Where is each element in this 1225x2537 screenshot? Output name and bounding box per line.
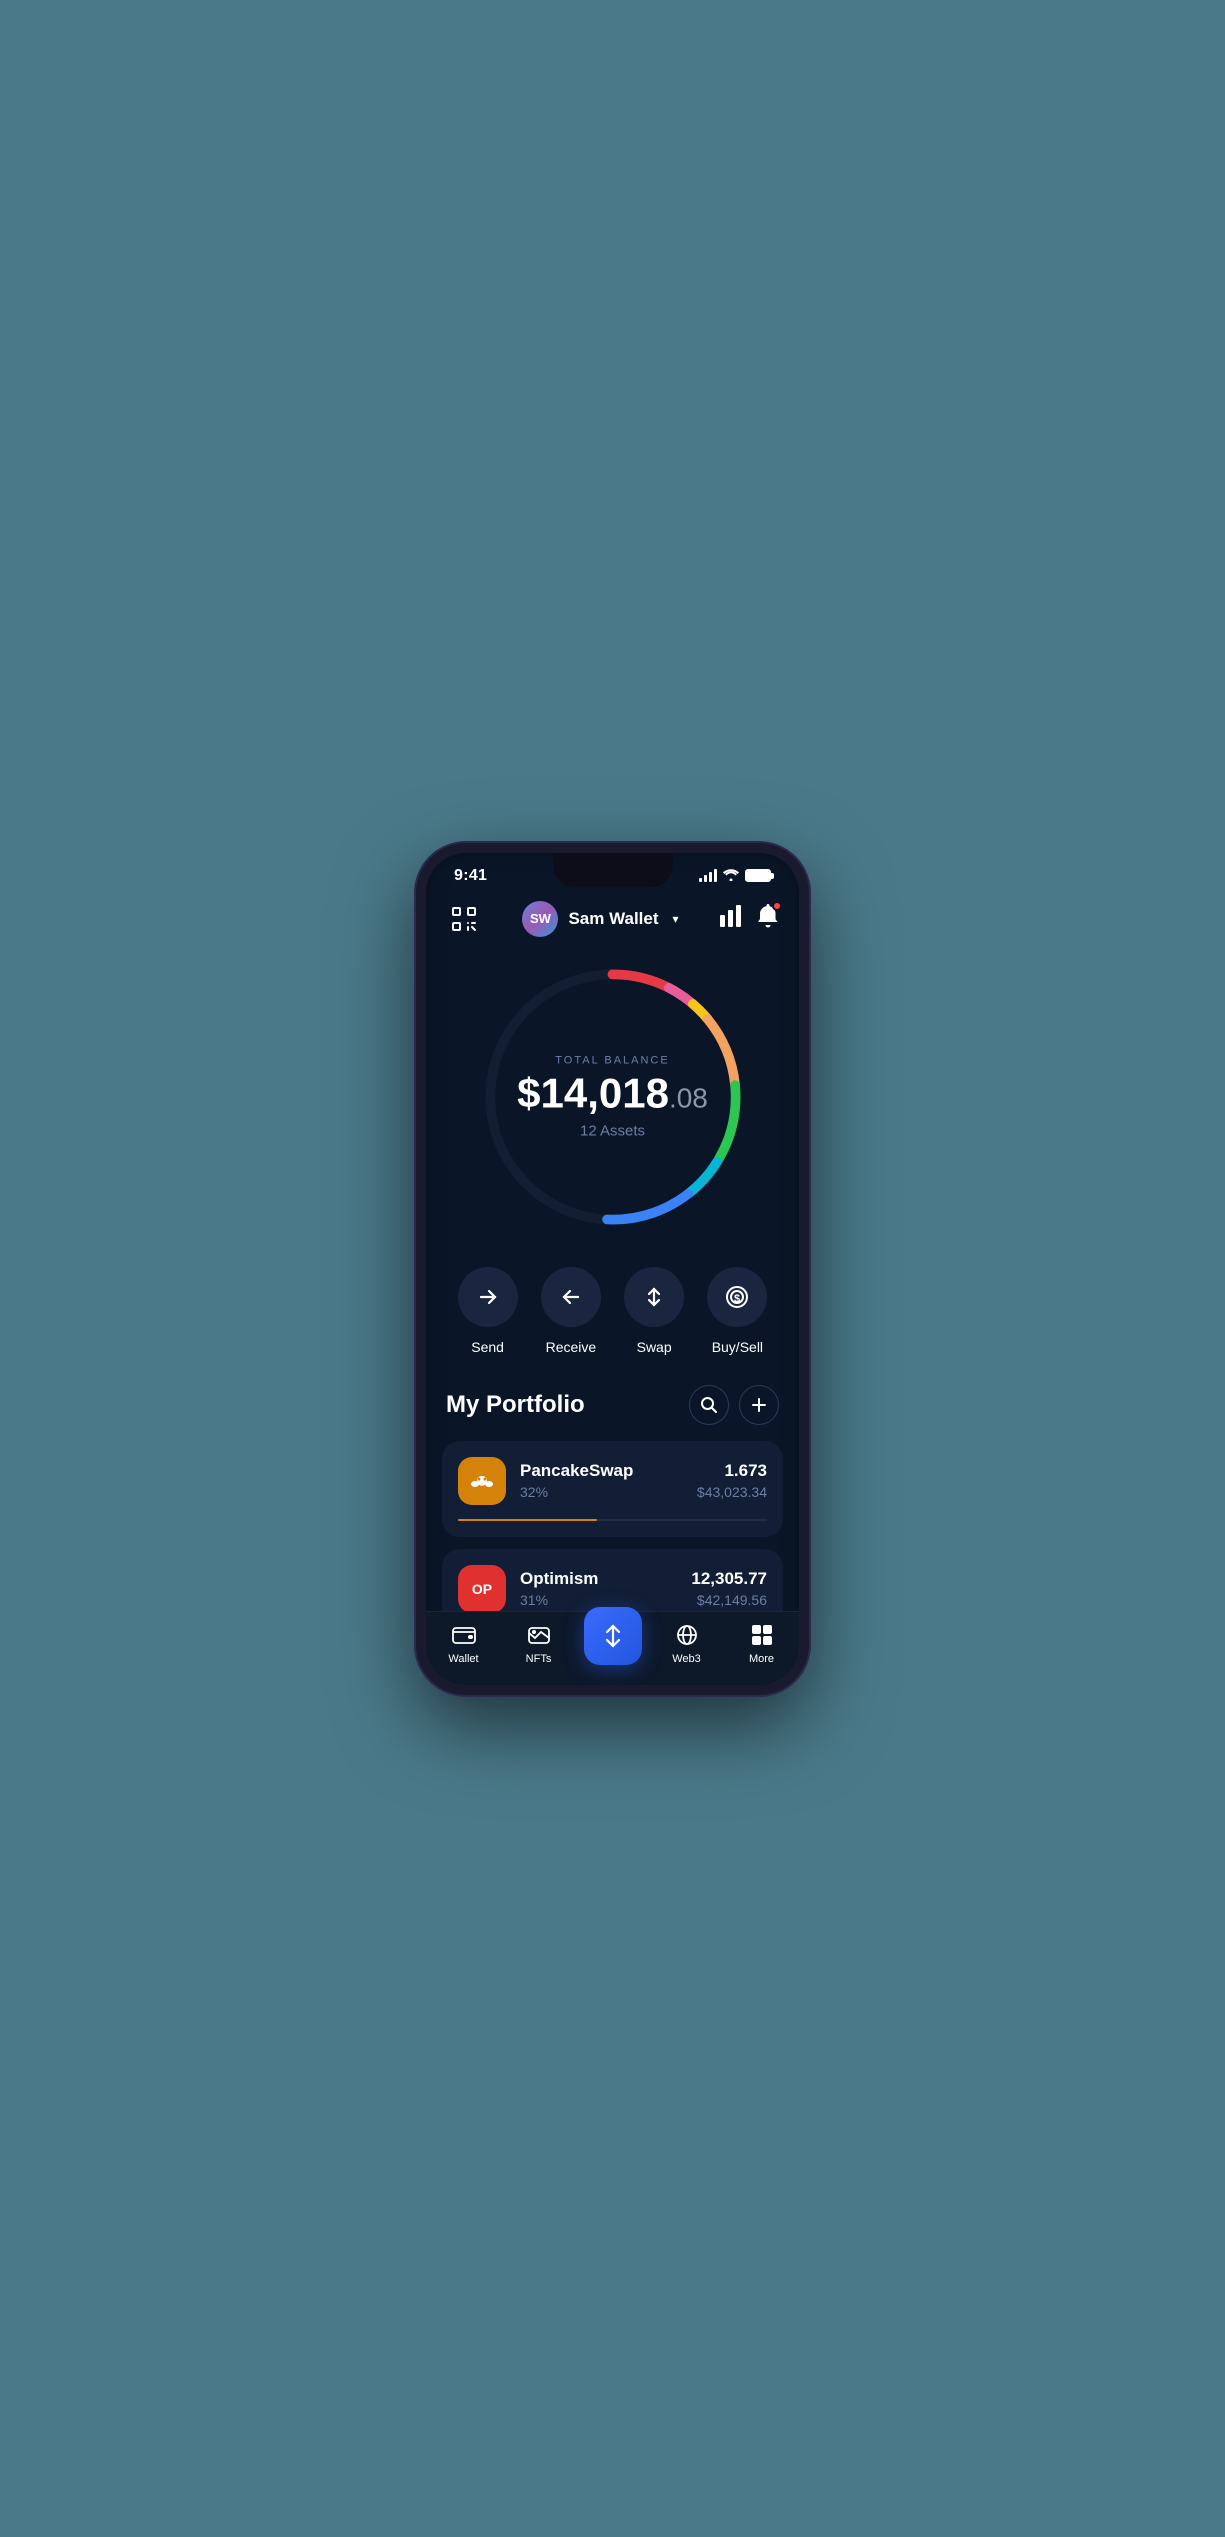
send-icon-circle (458, 1267, 518, 1327)
status-icons (699, 868, 771, 884)
optimism-amount: 12,305.77 (691, 1569, 767, 1589)
battery-fill (747, 871, 769, 880)
avatar: SW (522, 901, 558, 937)
optimism-usd: $42,149.56 (691, 1592, 767, 1608)
donut-center: TOTAL BALANCE $14,018.08 12 Assets (517, 1054, 708, 1139)
send-button[interactable]: Send (458, 1267, 518, 1355)
status-time: 9:41 (454, 867, 487, 885)
header-left (446, 901, 482, 937)
balance-label: TOTAL BALANCE (517, 1054, 708, 1066)
nav-wallet-label: Wallet (448, 1653, 478, 1665)
optimism-logo: OP (458, 1565, 506, 1613)
portfolio-section: My Portfolio (426, 1385, 799, 1629)
optimism-name: Optimism (520, 1569, 677, 1589)
optimism-values: 12,305.77 $42,149.56 (691, 1569, 767, 1608)
chart-icon[interactable] (719, 905, 743, 933)
more-icon (749, 1622, 775, 1648)
buysell-button[interactable]: $ Buy/Sell (707, 1267, 767, 1355)
receive-button[interactable]: Receive (541, 1267, 601, 1355)
nfts-icon (526, 1622, 552, 1648)
asset-row-optimism: OP Optimism 31% 12,305.77 $42,149.56 (458, 1565, 767, 1613)
wallet-name: Sam Wallet (568, 909, 658, 929)
portfolio-header: My Portfolio (442, 1385, 783, 1425)
nav-nfts[interactable]: NFTs (509, 1622, 569, 1665)
notch (553, 853, 673, 887)
pancakeswap-name: PancakeSwap (520, 1461, 683, 1481)
wallet-icon (451, 1622, 477, 1648)
balance-assets: 12 Assets (517, 1122, 708, 1139)
signal-bar-1 (699, 878, 702, 882)
pancakeswap-info: PancakeSwap 32% (520, 1461, 683, 1500)
asset-card-pancakeswap[interactable]: PancakeSwap 32% 1.673 $43,023.34 (442, 1441, 783, 1537)
signal-bar-2 (704, 875, 707, 882)
receive-icon-circle (541, 1267, 601, 1327)
svg-text:$: $ (734, 1293, 740, 1305)
nav-web3-label: Web3 (672, 1653, 701, 1665)
notification-bell-icon[interactable] (757, 904, 779, 934)
portfolio-add-button[interactable] (739, 1385, 779, 1425)
nav-web3[interactable]: Web3 (657, 1622, 717, 1665)
balance-decimal: .08 (669, 1082, 708, 1113)
wallet-selector[interactable]: SW Sam Wallet ▾ (522, 901, 678, 937)
pancakeswap-amount: 1.673 (697, 1461, 767, 1481)
pancakeswap-percent: 32% (520, 1484, 683, 1500)
pancakeswap-logo (458, 1457, 506, 1505)
balance-whole: $14,018 (517, 1069, 669, 1116)
scan-icon[interactable] (446, 901, 482, 937)
optimism-percent: 31% (520, 1592, 677, 1608)
buysell-label: Buy/Sell (712, 1339, 763, 1355)
pancakeswap-track (458, 1519, 767, 1521)
action-buttons: Send Receive (426, 1257, 799, 1385)
portfolio-actions (689, 1385, 779, 1425)
optimism-info: Optimism 31% (520, 1569, 677, 1608)
chart-section: TOTAL BALANCE $14,018.08 12 Assets (426, 947, 799, 1257)
nav-center-swap-button[interactable] (584, 1607, 642, 1665)
donut-chart: TOTAL BALANCE $14,018.08 12 Assets (473, 957, 753, 1237)
nav-more[interactable]: More (732, 1622, 792, 1665)
portfolio-search-button[interactable] (689, 1385, 729, 1425)
signal-bar-3 (709, 872, 712, 882)
buysell-icon-circle: $ (707, 1267, 767, 1327)
signal-bars-icon (699, 869, 717, 882)
portfolio-title: My Portfolio (446, 1391, 585, 1419)
notification-dot (772, 901, 782, 911)
pancakeswap-usd: $43,023.34 (697, 1484, 767, 1500)
nav-nfts-label: NFTs (526, 1653, 552, 1665)
header: SW Sam Wallet ▾ (426, 885, 799, 947)
nav-wallet[interactable]: Wallet (434, 1622, 494, 1665)
balance-amount: $14,018.08 (517, 1072, 708, 1114)
nav-more-label: More (749, 1653, 774, 1665)
web3-icon (674, 1622, 700, 1648)
phone-frame: 9:41 (416, 843, 809, 1695)
pancakeswap-fill (458, 1519, 597, 1521)
bottom-nav: Wallet NFTs (426, 1611, 799, 1685)
header-right (719, 904, 779, 934)
swap-icon-circle (624, 1267, 684, 1327)
receive-label: Receive (546, 1339, 597, 1355)
chevron-down-icon: ▾ (673, 912, 679, 926)
main-content[interactable]: SW Sam Wallet ▾ (426, 885, 799, 1685)
swap-label: Swap (637, 1339, 672, 1355)
pancakeswap-progress (458, 1519, 767, 1521)
pancakeswap-values: 1.673 $43,023.34 (697, 1461, 767, 1500)
wifi-icon (723, 868, 739, 884)
asset-row-pancakeswap: PancakeSwap 32% 1.673 $43,023.34 (458, 1457, 767, 1505)
swap-button[interactable]: Swap (624, 1267, 684, 1355)
send-label: Send (471, 1339, 504, 1355)
signal-bar-4 (714, 869, 717, 882)
battery-icon (745, 869, 771, 882)
